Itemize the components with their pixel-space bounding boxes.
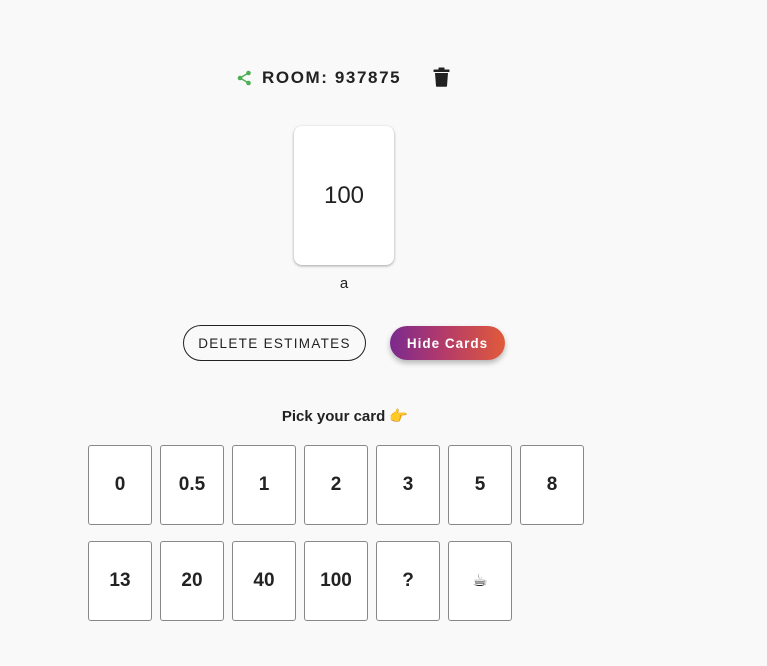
card-option[interactable]: 0	[88, 445, 152, 525]
card-option[interactable]: 20	[160, 541, 224, 621]
share-icon[interactable]	[236, 70, 252, 86]
room-header: ROOM: 937875	[236, 64, 401, 92]
card-option[interactable]: 5	[448, 445, 512, 525]
revealed-card-user-name: a	[339, 275, 349, 292]
card-option[interactable]: 3	[376, 445, 440, 525]
card-option[interactable]: 1	[232, 445, 296, 525]
revealed-card-value: 100	[323, 181, 365, 209]
card-option[interactable]: 0.5	[160, 445, 224, 525]
room-title: ROOM: 937875	[262, 68, 402, 87]
card-row-2: 13 20 40 100 ? ☕	[88, 541, 512, 621]
card-option[interactable]: 40	[232, 541, 296, 621]
trash-icon[interactable]	[432, 66, 450, 88]
hide-cards-button[interactable]: Hide Cards	[390, 326, 505, 360]
card-option[interactable]: 13	[88, 541, 152, 621]
card-option[interactable]: 2	[304, 445, 368, 525]
card-row-1: 0 0.5 1 2 3 5 8	[88, 445, 584, 525]
card-option[interactable]: 8	[520, 445, 584, 525]
card-option-unsure[interactable]: ?	[376, 541, 440, 621]
delete-estimates-button[interactable]: DELETE ESTIMATES	[183, 325, 366, 361]
revealed-card: 100	[294, 126, 394, 265]
pick-card-label: Pick your card 👉	[281, 408, 409, 425]
card-option[interactable]: 100	[304, 541, 368, 621]
card-option-coffee[interactable]: ☕	[448, 541, 512, 621]
